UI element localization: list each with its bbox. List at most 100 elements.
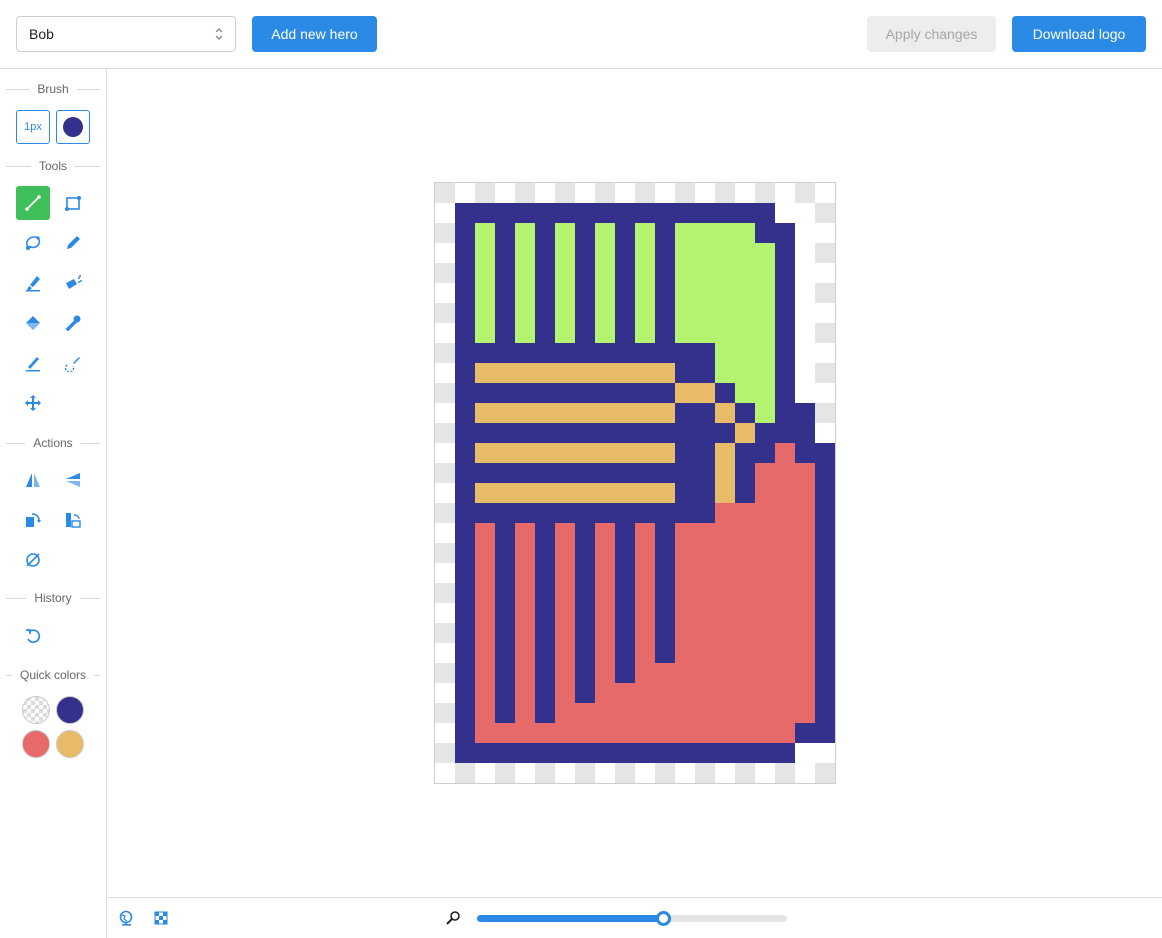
pixel — [775, 643, 795, 663]
quick-color-navy[interactable] — [56, 696, 84, 724]
pixel — [495, 323, 515, 343]
pixel — [535, 243, 555, 263]
pixel — [435, 343, 455, 363]
zoom-slider-thumb[interactable] — [656, 911, 671, 926]
eraser-tool-button[interactable] — [16, 346, 50, 380]
pixel — [715, 623, 735, 643]
pixel — [535, 723, 555, 743]
pixel — [715, 283, 735, 303]
pixel — [555, 683, 575, 703]
pixel — [515, 203, 535, 223]
pixel — [655, 543, 675, 563]
rectangle-tool-button[interactable] — [56, 186, 90, 220]
apply-changes-button[interactable]: Apply changes — [867, 16, 996, 52]
pixel — [775, 503, 795, 523]
quick-color-orange[interactable] — [56, 730, 84, 758]
zoom-slider[interactable] — [477, 911, 787, 926]
pixel — [495, 763, 515, 783]
pixel — [595, 723, 615, 743]
line-tool-button[interactable] — [16, 186, 50, 220]
pixel-canvas[interactable] — [434, 182, 836, 784]
pixel — [695, 183, 715, 203]
pixel — [575, 263, 595, 283]
pixel — [475, 423, 495, 443]
paint-bucket-icon — [26, 316, 40, 330]
pixel — [575, 203, 595, 223]
pixel — [615, 583, 635, 603]
quick-color-transparent[interactable] — [22, 696, 50, 724]
pixel — [575, 563, 595, 583]
pixel — [555, 663, 575, 683]
pencil-icon — [67, 236, 80, 249]
pixel — [775, 523, 795, 543]
brush-size-button[interactable]: 1px — [16, 110, 50, 144]
flip-vertical-button[interactable] — [56, 463, 90, 497]
pixel — [695, 423, 715, 443]
rotate-right-icon — [26, 513, 41, 527]
pixel — [455, 583, 475, 603]
pixel — [515, 343, 535, 363]
pixel — [655, 563, 675, 583]
brush-color-button[interactable] — [56, 110, 90, 144]
pixel — [755, 403, 775, 423]
pixel — [735, 343, 755, 363]
pixel — [435, 543, 455, 563]
move-tool-button[interactable] — [16, 386, 50, 420]
pixel — [795, 603, 815, 623]
pixel — [635, 343, 655, 363]
pixel — [715, 303, 735, 323]
pixel — [735, 623, 755, 643]
pixel — [615, 443, 635, 463]
marker-tool-button[interactable] — [16, 266, 50, 300]
pencil-tool-button[interactable] — [56, 226, 90, 260]
undo-button[interactable] — [16, 619, 50, 653]
pixel — [535, 683, 555, 703]
pixel — [495, 383, 515, 403]
pixel — [755, 283, 775, 303]
pixel — [735, 683, 755, 703]
pixel — [515, 183, 535, 203]
quick-color-red[interactable] — [22, 730, 50, 758]
flip-horizontal-button[interactable] — [16, 463, 50, 497]
spray-tool-button[interactable] — [56, 266, 90, 300]
pixel — [615, 383, 635, 403]
add-hero-button[interactable]: Add new hero — [252, 16, 377, 52]
pixel — [735, 503, 755, 523]
brush-section-title: Brush — [6, 82, 100, 96]
preview-toggle[interactable] — [117, 908, 137, 928]
pixel — [435, 503, 455, 523]
pixel — [655, 583, 675, 603]
pixel — [755, 263, 775, 283]
pixel-art-logo — [435, 183, 835, 783]
pixel — [595, 423, 615, 443]
download-logo-button[interactable]: Download logo — [1012, 16, 1146, 52]
fill-tool-button[interactable] — [16, 306, 50, 340]
pixel — [695, 643, 715, 663]
hero-select[interactable]: Bob — [16, 16, 236, 52]
transparency-grid-toggle[interactable] — [151, 908, 171, 928]
pixel — [655, 303, 675, 323]
rotate-left-button[interactable] — [56, 503, 90, 537]
color-replace-tool-button[interactable] — [56, 346, 90, 380]
pixel — [435, 363, 455, 383]
pixel — [675, 323, 695, 343]
rotate-right-button[interactable] — [16, 503, 50, 537]
pixel — [475, 263, 495, 283]
pixel — [655, 703, 675, 723]
pixel — [755, 563, 775, 583]
pixel — [535, 703, 555, 723]
pixel — [715, 323, 735, 343]
pixel — [595, 643, 615, 663]
pixel — [815, 223, 835, 243]
pixel — [515, 723, 535, 743]
pixel — [795, 323, 815, 343]
pixel — [795, 563, 815, 583]
pixel — [775, 423, 795, 443]
pixel — [475, 303, 495, 323]
eyedropper-tool-button[interactable] — [56, 306, 90, 340]
pixel — [815, 243, 835, 263]
pixel — [755, 763, 775, 783]
pixel — [675, 663, 695, 683]
lasso-tool-button[interactable] — [16, 226, 50, 260]
clear-button[interactable] — [16, 543, 50, 577]
